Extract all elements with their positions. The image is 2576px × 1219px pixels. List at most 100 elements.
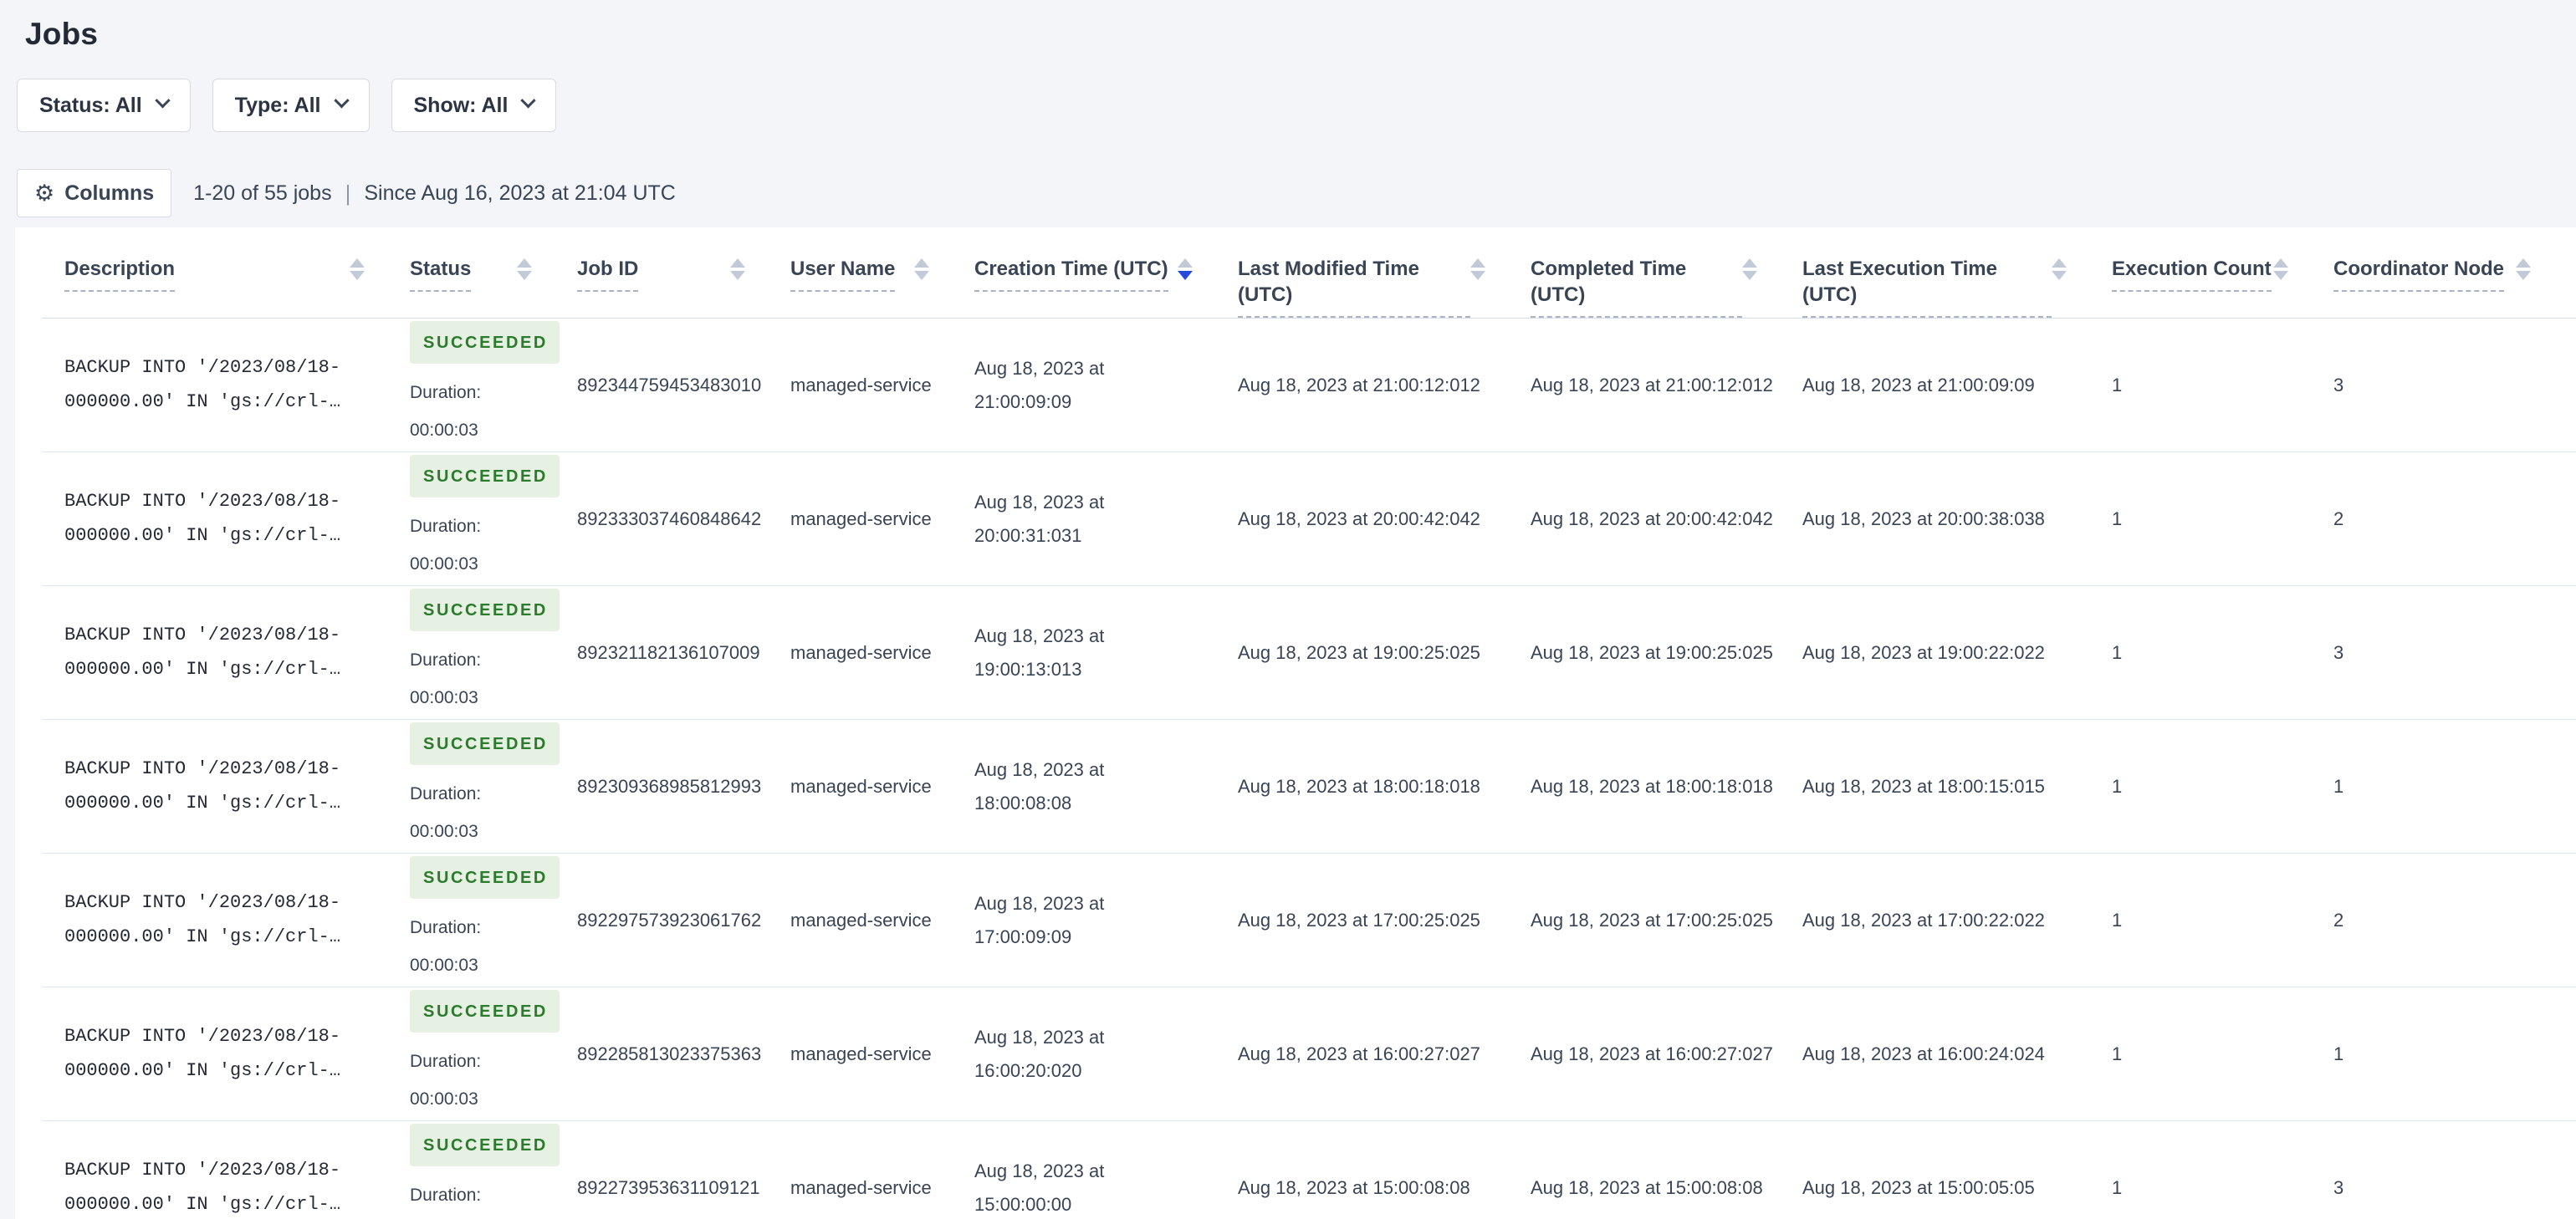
coordinator-node-value: 3 [2333, 642, 2344, 664]
last-execution-value: Aug 18, 2023 at 19:00:22:022 [1802, 642, 2045, 664]
table-row: BACKUP INTO '/2023/08/18- 000000.00' IN … [42, 720, 2576, 854]
last-execution-value: Aug 18, 2023 at 18:00:15:015 [1802, 776, 2045, 798]
execution-count-value: 1 [2112, 1177, 2123, 1199]
job-id-value: 892297573923061762 [577, 910, 762, 931]
column-header-last-execution-time-utc[interactable]: Last Execution Time (UTC) [1802, 256, 2112, 319]
columns-button-label: Columns [64, 181, 155, 205]
sort-icon[interactable] [1742, 256, 1757, 280]
execution-count-cell: 1 [2112, 1038, 2333, 1071]
last-execution-cell: Aug 18, 2023 at 17:00:22:022 [1802, 904, 2112, 937]
column-header-creation-time-utc[interactable]: Creation Time (UTC) [974, 256, 1238, 318]
description-cell: BACKUP INTO '/2023/08/18- 000000.00' IN … [64, 619, 410, 686]
column-header-last-modified-time-utc[interactable]: Last Modified Time (UTC) [1238, 256, 1531, 319]
completed-time-value: Aug 18, 2023 at 18:00:18:018 [1531, 776, 1773, 798]
sort-down-arrow-icon [1178, 271, 1193, 280]
status-cell: SUCCEEDED Duration: 00:00:03 [410, 990, 577, 1118]
job-description-link[interactable]: BACKUP INTO '/2023/08/18- 000000.00' IN … [64, 752, 376, 820]
sort-icon[interactable] [1178, 256, 1193, 280]
sort-icon[interactable] [914, 256, 929, 280]
sort-down-arrow-icon [2516, 271, 2531, 280]
sort-down-arrow-icon [2273, 271, 2288, 280]
sort-icon[interactable] [2273, 256, 2288, 280]
sort-icon[interactable] [2516, 256, 2531, 280]
sort-down-arrow-icon [1470, 271, 1485, 280]
duration-value: 00:00:03 [410, 1089, 478, 1109]
execution-count-value: 1 [2112, 508, 2123, 530]
duration-label: Duration: [410, 1186, 482, 1206]
status-cell: SUCCEEDED Duration: 00:00:03 [410, 1124, 577, 1219]
sort-up-arrow-icon [1470, 258, 1485, 268]
columns-button[interactable]: ⚙ Columns [17, 169, 172, 217]
jobs-table-panel: Description Status Job ID User Name Crea… [15, 227, 2576, 1219]
job-description-link[interactable]: BACKUP INTO '/2023/08/18- 000000.00' IN … [64, 485, 376, 553]
last-execution-value: Aug 18, 2023 at 16:00:24:024 [1802, 1043, 2045, 1065]
sort-icon[interactable] [2052, 256, 2067, 280]
completed-time-value: Aug 18, 2023 at 15:00:08:08 [1531, 1177, 1763, 1199]
completed-time-cell: Aug 18, 2023 at 19:00:25:025 [1531, 636, 1802, 670]
table-header-row: Description Status Job ID User Name Crea… [42, 227, 2576, 319]
coordinator-node-cell: 3 [2333, 636, 2576, 670]
last-modified-cell: Aug 18, 2023 at 17:00:25:025 [1238, 904, 1531, 937]
execution-count-value: 1 [2112, 776, 2123, 798]
execution-count-cell: 1 [2112, 369, 2333, 402]
last-execution-cell: Aug 18, 2023 at 21:00:09:09 [1802, 369, 2112, 402]
column-header-user-name[interactable]: User Name [790, 256, 974, 318]
sort-icon[interactable] [1470, 256, 1485, 280]
column-header-label: Job ID [577, 256, 639, 293]
user-name-value: managed-service [790, 1043, 932, 1065]
job-id-value: 892273953631109121 [577, 1177, 760, 1199]
column-header-job-id[interactable]: Job ID [577, 256, 790, 318]
last-execution-cell: Aug 18, 2023 at 15:00:05:05 [1802, 1171, 2112, 1205]
last-modified-value: Aug 18, 2023 at 19:00:25:025 [1238, 642, 1480, 664]
last-modified-value: Aug 18, 2023 at 17:00:25:025 [1238, 910, 1480, 931]
status-badge: SUCCEEDED [410, 722, 560, 766]
last-modified-cell: Aug 18, 2023 at 21:00:12:012 [1238, 369, 1531, 402]
job-description-link[interactable]: BACKUP INTO '/2023/08/18- 000000.00' IN … [64, 886, 376, 954]
sort-icon[interactable] [517, 256, 532, 280]
status-cell: SUCCEEDED Duration: 00:00:03 [410, 722, 577, 850]
column-header-coordinator-node[interactable]: Coordinator Node [2333, 256, 2576, 318]
job-description-link[interactable]: BACKUP INTO '/2023/08/18- 000000.00' IN … [64, 1020, 376, 1088]
coordinator-node-cell: 3 [2333, 1171, 2576, 1205]
status-filter-dropdown[interactable]: Status: All [17, 79, 191, 132]
completed-time-cell: Aug 18, 2023 at 21:00:12:012 [1531, 369, 1802, 402]
sort-up-arrow-icon [914, 258, 929, 268]
table-body: BACKUP INTO '/2023/08/18- 000000.00' IN … [42, 319, 2576, 1219]
user-name-cell: managed-service [790, 636, 974, 670]
job-description-link[interactable]: BACKUP INTO '/2023/08/18- 000000.00' IN … [64, 351, 376, 419]
table-row: BACKUP INTO '/2023/08/18- 000000.00' IN … [42, 586, 2576, 721]
coordinator-node-value: 3 [2333, 1177, 2344, 1199]
completed-time-cell: Aug 18, 2023 at 17:00:25:025 [1531, 904, 1802, 937]
creation-time-value: Aug 18, 2023 at 19:00:13:013 [974, 625, 1105, 680]
user-name-value: managed-service [790, 910, 932, 931]
sort-up-arrow-icon [730, 258, 745, 268]
duration-label: Duration: [410, 1052, 482, 1072]
column-header-completed-time-utc[interactable]: Completed Time (UTC) [1531, 256, 1802, 319]
type-filter-dropdown[interactable]: Type: All [212, 79, 370, 132]
execution-count-cell: 1 [2112, 1171, 2333, 1205]
column-header-status[interactable]: Status [410, 256, 577, 318]
job-description-link[interactable]: BACKUP INTO '/2023/08/18- 000000.00' IN … [64, 619, 376, 686]
creation-time-value: Aug 18, 2023 at 15:00:00:00 [974, 1160, 1105, 1215]
user-name-cell: managed-service [790, 1038, 974, 1071]
column-header-label: Coordinator Node [2333, 256, 2504, 293]
coordinator-node-cell: 2 [2333, 502, 2576, 536]
sort-up-arrow-icon [2052, 258, 2067, 268]
last-execution-value: Aug 18, 2023 at 21:00:09:09 [1802, 375, 2035, 396]
column-header-execution-count[interactable]: Execution Count [2112, 256, 2333, 318]
table-row: BACKUP INTO '/2023/08/18- 000000.00' IN … [42, 319, 2576, 453]
jobs-count-text: 1-20 of 55 jobs [193, 181, 332, 205]
creation-time-value: Aug 18, 2023 at 18:00:08:08 [974, 759, 1105, 814]
status-badge: SUCCEEDED [410, 589, 560, 632]
duration-text: Duration: 00:00:03 [410, 775, 544, 850]
job-description-link[interactable]: BACKUP INTO '/2023/08/18- 000000.00' IN … [64, 1154, 376, 1219]
column-header-description[interactable]: Description [64, 256, 410, 318]
chevron-down-icon [333, 92, 350, 108]
sort-icon[interactable] [350, 256, 365, 280]
show-filter-dropdown[interactable]: Show: All [391, 79, 557, 132]
job-id-cell: 892333037460848642 [577, 502, 790, 536]
duration-text: Duration: 00:00:03 [410, 1176, 544, 1219]
description-cell: BACKUP INTO '/2023/08/18- 000000.00' IN … [64, 752, 410, 820]
sort-icon[interactable] [730, 256, 745, 280]
description-cell: BACKUP INTO '/2023/08/18- 000000.00' IN … [64, 886, 410, 954]
